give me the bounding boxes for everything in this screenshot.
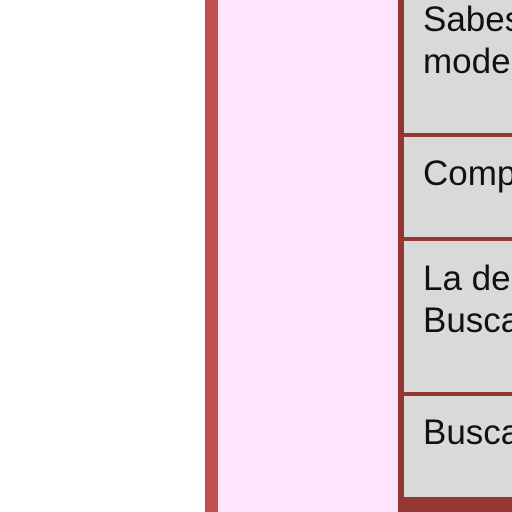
table-cell-4: Busca [404,396,512,497]
left-accent-bar [205,0,218,512]
table: Sabes mode Comp La de Busca Busca [398,0,512,512]
table-cell-2: Comp [404,137,512,237]
table-cell-3: La de Busca [404,241,512,392]
table-cell-3-text: La de Busca [423,259,512,340]
table-cell-2-text: Comp [423,154,512,193]
pink-column [218,0,398,512]
table-cell-1: Sabes mode [404,0,512,133]
table-cell-1-text: Sabes mode [423,0,512,81]
document-page: Sabes mode Comp La de Busca Busca [0,0,512,512]
table-cell-4-text: Busca [423,413,512,452]
